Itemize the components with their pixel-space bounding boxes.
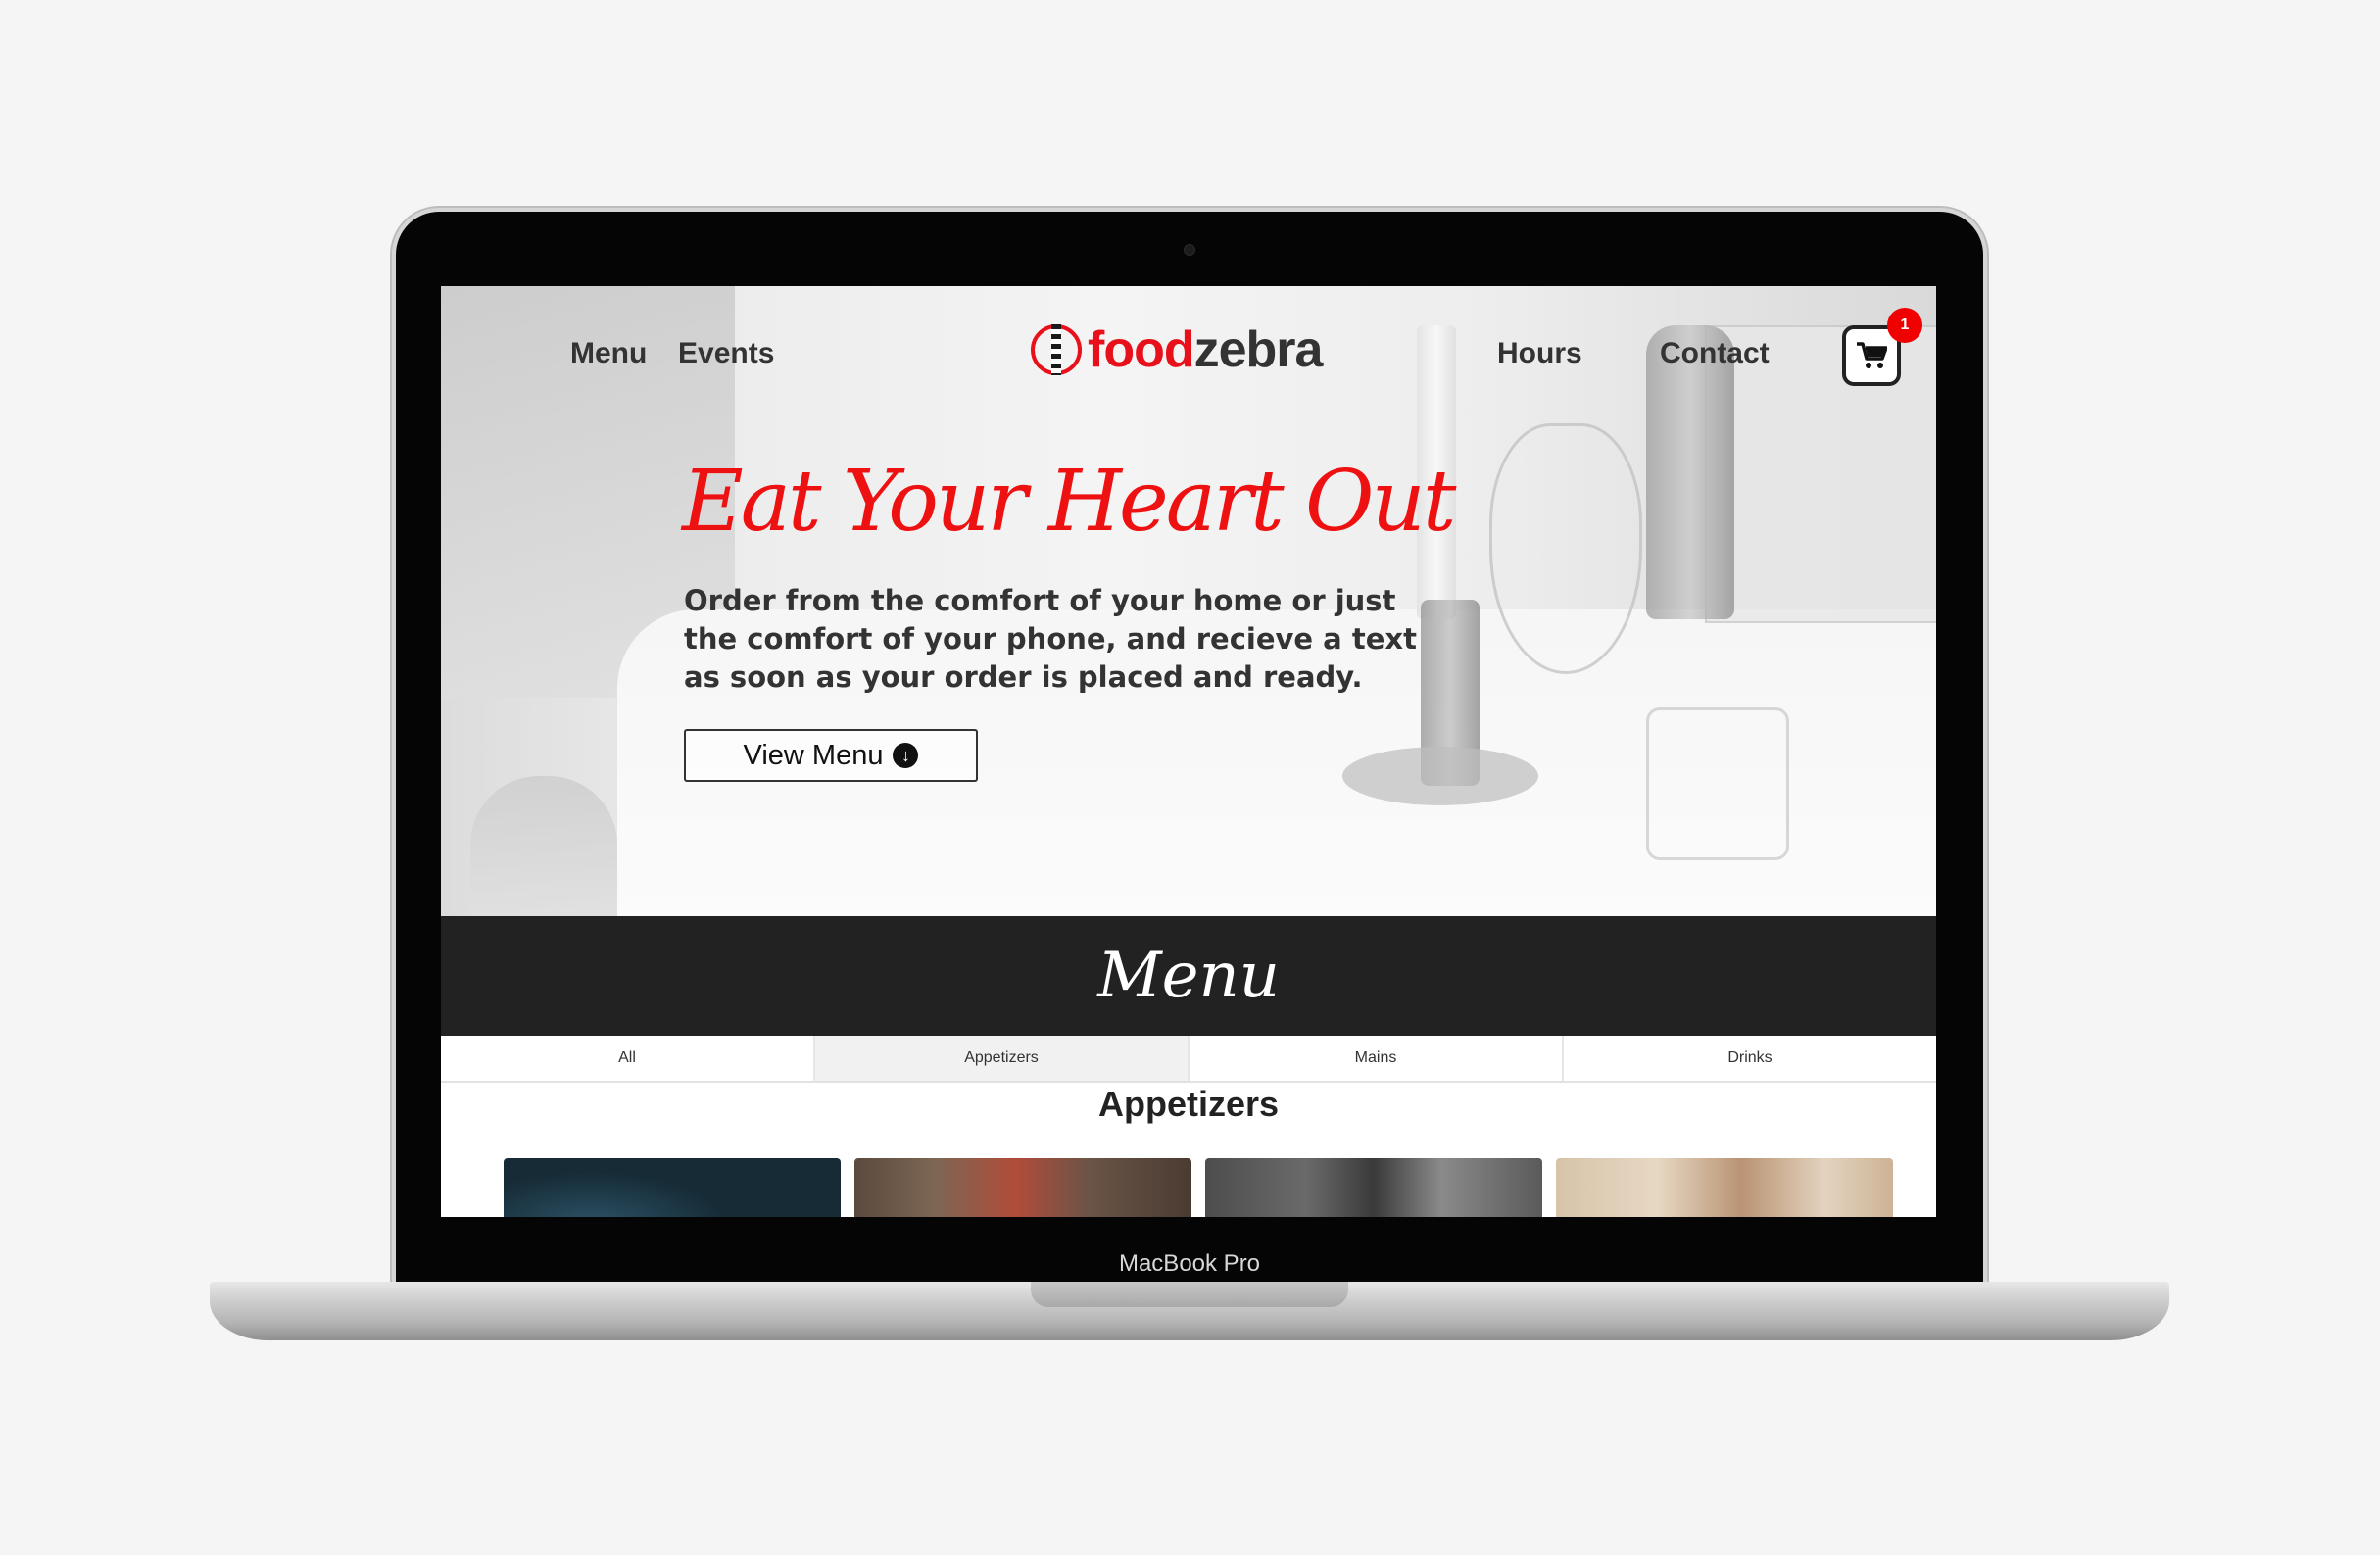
menu-item-image[interactable] <box>1205 1158 1542 1217</box>
nav-link-hours[interactable]: Hours <box>1497 337 1582 370</box>
laptop-notch <box>1031 1282 1348 1307</box>
menu-item-image[interactable] <box>854 1158 1191 1217</box>
logo-text-food: food <box>1088 321 1195 378</box>
arrow-circle-down-icon: ↓ <box>893 743 919 768</box>
cart-count-badge: 1 <box>1887 308 1922 343</box>
menu-item-image[interactable] <box>504 1158 841 1217</box>
nav-link-contact[interactable]: Contact <box>1660 337 1770 370</box>
zebra-logo-icon <box>1031 324 1082 375</box>
logo[interactable]: foodzebra <box>1031 316 1324 384</box>
tab-appetizers[interactable]: Appetizers <box>815 1036 1190 1081</box>
tab-drinks[interactable]: Drinks <box>1564 1036 1936 1081</box>
view-menu-label: View Menu <box>743 739 884 771</box>
menu-tabs: All Appetizers Mains Drinks <box>441 1036 1936 1083</box>
tab-mains[interactable]: Mains <box>1190 1036 1564 1081</box>
nav-link-menu[interactable]: Menu <box>570 337 647 370</box>
menu-header-band: Menu <box>441 916 1936 1036</box>
hero-background-dish <box>1342 747 1538 805</box>
hero-background-water-glass <box>1646 707 1789 860</box>
menu-item-cards <box>504 1158 1893 1217</box>
menu-section-title: Menu <box>1097 940 1280 1012</box>
hero-section: Menu Events foodzebra Hours Contact 1 Ea… <box>441 286 1936 916</box>
category-heading: Appetizers <box>1097 1084 1280 1124</box>
camera-icon <box>1184 244 1195 256</box>
shopping-cart-icon <box>1857 342 1887 368</box>
menu-item-image[interactable] <box>1556 1158 1893 1217</box>
hero-background-wine-glass <box>1489 423 1642 674</box>
hero-background-chair <box>470 776 617 916</box>
nav-link-events[interactable]: Events <box>678 337 774 370</box>
logo-text-zebra: zebra <box>1193 321 1324 378</box>
hero-title: Eat Your Heart Out <box>682 453 1456 551</box>
tab-all[interactable]: All <box>441 1036 815 1081</box>
view-menu-button[interactable]: View Menu ↓ <box>684 729 978 782</box>
device-label: MacBook Pro <box>1118 1250 1261 1277</box>
hero-description: Order from the comfort of your home or j… <box>684 584 1417 694</box>
website-screen: Menu Events foodzebra Hours Contact 1 Ea… <box>441 286 1936 1217</box>
